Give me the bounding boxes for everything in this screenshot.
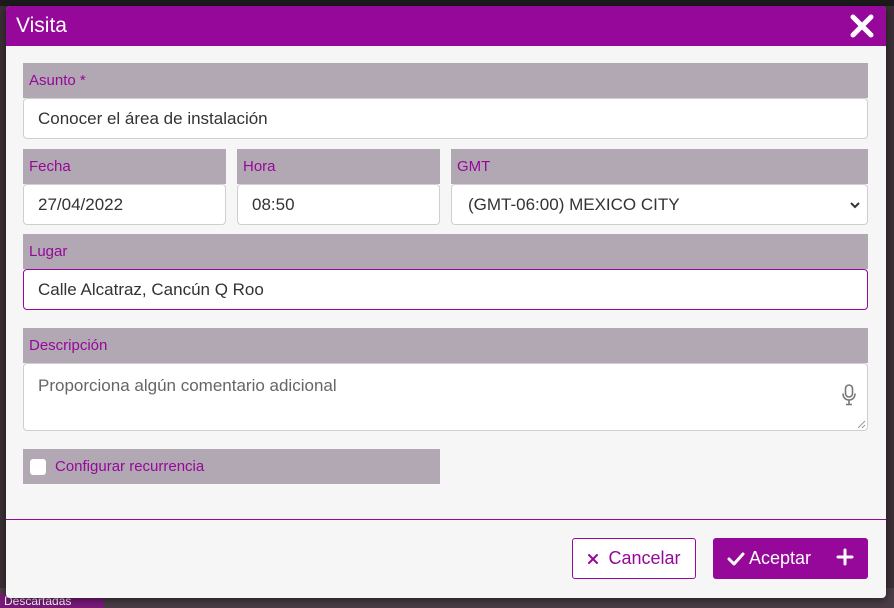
hora-label: Hora	[237, 149, 440, 184]
fecha-value: 27/04/2022	[38, 194, 124, 214]
visit-modal: Visita Asunto * Conocer el área de insta…	[6, 6, 886, 598]
recurrence-checkbox[interactable]	[30, 458, 46, 475]
chevron-down-icon	[850, 202, 860, 209]
asunto-value: Conocer el área de instalación	[38, 108, 268, 128]
fecha-input[interactable]: 27/04/2022	[23, 184, 226, 225]
fecha-label: Fecha	[23, 149, 226, 184]
check-icon	[727, 552, 745, 565]
close-icon	[850, 14, 874, 38]
asunto-label: Asunto *	[23, 63, 868, 98]
modal-header: Visita	[6, 6, 886, 46]
gmt-label: GMT	[451, 149, 868, 184]
descripcion-placeholder: Proporciona algún comentario adicional	[38, 376, 337, 395]
lugar-input[interactable]: Calle Alcatraz, Cancún Q Roo	[23, 269, 868, 310]
descripcion-label: Descripción	[23, 328, 868, 363]
close-button[interactable]	[846, 10, 878, 42]
plus-icon	[836, 548, 854, 566]
recurrence-row[interactable]: Configurar recurrencia	[23, 449, 440, 484]
x-icon	[588, 553, 599, 564]
lugar-value: Calle Alcatraz, Cancún Q Roo	[38, 279, 264, 299]
recurrence-label[interactable]: Configurar recurrencia	[55, 458, 204, 475]
accept-button[interactable]: Aceptar	[713, 538, 868, 579]
hora-value: 08:50	[252, 194, 295, 214]
footer-divider	[6, 519, 886, 520]
descripcion-textarea[interactable]: Proporciona algún comentario adicional	[23, 363, 868, 431]
gmt-select[interactable]: (GMT-06:00) MEXICO CITY	[451, 184, 868, 225]
modal-title: Visita	[16, 14, 67, 37]
asunto-input[interactable]: Conocer el área de instalación	[23, 98, 868, 139]
accept-label: Aceptar	[749, 548, 812, 568]
lugar-label: Lugar	[23, 234, 868, 269]
hora-input[interactable]: 08:50	[237, 184, 440, 225]
cancel-label: Cancelar	[608, 548, 681, 568]
cancel-button[interactable]: Cancelar	[572, 538, 696, 579]
resize-handle[interactable]	[856, 419, 866, 429]
microphone-icon[interactable]	[841, 384, 857, 406]
gmt-value: (GMT-06:00) MEXICO CITY	[468, 194, 680, 214]
